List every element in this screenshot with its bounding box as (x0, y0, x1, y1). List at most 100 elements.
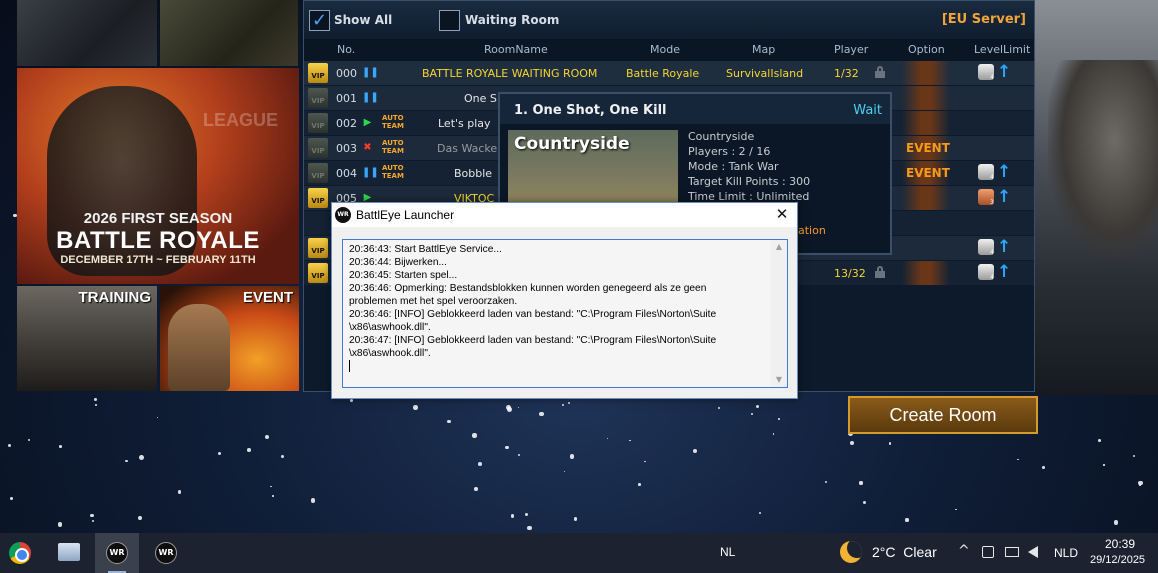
clock-time[interactable]: 20:39 (1105, 537, 1135, 551)
taskbar-chrome[interactable] (0, 533, 44, 573)
vip-icon: VIP (308, 163, 328, 183)
col-levellimit[interactable]: LevelLimit (974, 43, 1030, 56)
room-option (902, 86, 950, 110)
weather-text[interactable]: 2°C Clear (872, 544, 937, 560)
snowflake (527, 525, 532, 531)
event-banner[interactable]: EVENT (160, 286, 299, 391)
room-option (902, 186, 950, 210)
tray-language[interactable]: NLD (1054, 546, 1078, 560)
room-option (902, 111, 950, 135)
banner-weapons[interactable] (17, 0, 157, 66)
snowflake (644, 460, 647, 463)
log-scrollbar[interactable]: ▲ ▼ (771, 240, 787, 387)
vip-icon: VIP (308, 238, 328, 258)
show-all-checkbox[interactable]: ✓ (309, 10, 330, 31)
explorer-icon (58, 543, 80, 561)
close-button[interactable]: ✕ (767, 203, 797, 227)
level-up-arrow-icon: ↑ (997, 187, 1012, 207)
moon-icon (840, 541, 862, 563)
snowflake (629, 439, 631, 442)
tooltip-info-target: Target Kill Points : 300 (688, 175, 811, 188)
snowflake (95, 404, 98, 406)
snowflake (517, 407, 520, 409)
snowflake (863, 500, 867, 504)
snowflake (573, 517, 578, 522)
room-name: Let's play (438, 117, 491, 130)
snowflake (510, 514, 515, 518)
vip-icon: VIP (308, 263, 328, 283)
snowflake (1133, 455, 1136, 458)
level-up-arrow-icon: ↑ (997, 162, 1012, 182)
col-mode[interactable]: Mode (650, 43, 680, 56)
snowflake (955, 508, 957, 511)
snowflake (1113, 520, 1119, 525)
snowflake (125, 459, 129, 463)
col-map[interactable]: Map (752, 43, 775, 56)
col-no[interactable]: No. (337, 43, 355, 56)
snowflake (759, 512, 762, 515)
rank-level: 4 (990, 74, 994, 81)
room-mode: Battle Royale (626, 67, 700, 80)
banner-dates: DECEMBER 17TH ~ FEBRUARY 11TH (60, 254, 256, 266)
snowflake (217, 451, 221, 455)
pause-icon: ❚❚ (362, 92, 379, 103)
waiting-room-checkbox[interactable] (439, 10, 460, 31)
volume-icon[interactable] (1028, 546, 1038, 558)
dialog-title: BattlEye Launcher (356, 208, 455, 222)
camera-icon[interactable] (982, 546, 994, 558)
col-option[interactable]: Option (908, 43, 945, 56)
snowflake (247, 448, 252, 452)
snowflake (772, 432, 775, 435)
training-banner[interactable]: TRAINING (17, 286, 157, 391)
wr-app-icon: WR (335, 207, 351, 223)
server-label: [EU Server] (941, 12, 1026, 27)
battle-royale-banner[interactable]: LEAGUE 2026 FIRST SEASON BATTLE ROYALE D… (17, 68, 299, 284)
event-tag: EVENT (906, 141, 950, 155)
snowflake (1103, 464, 1105, 466)
snowflake (570, 454, 575, 459)
taskbar-wr[interactable]: WR (144, 533, 188, 573)
log-textbox[interactable]: 20:36:43: Start BattlEye Service... 20:3… (342, 239, 788, 388)
room-name: BATTLE ROYALE WAITING ROOM (422, 67, 598, 80)
vip-icon: VIP (308, 113, 328, 133)
clock-date[interactable]: 29/12/2025 (1090, 554, 1145, 566)
show-all-label[interactable]: Show All (334, 13, 392, 27)
snowflake (563, 470, 566, 473)
vip-icon: VIP (308, 88, 328, 108)
tooltip-status: Wait (853, 103, 882, 118)
training-label: TRAINING (78, 289, 152, 306)
dialog-title-bar[interactable]: WR BattlEye Launcher ✕ (332, 203, 797, 227)
network-icon[interactable] (1005, 547, 1019, 557)
auto-team-icon: AUTO TEAM (382, 114, 404, 130)
col-player[interactable]: Player (834, 43, 868, 56)
snowflake (57, 521, 63, 527)
pause-icon: ❚❚ (362, 67, 379, 78)
room-row[interactable]: VIP 000 ❚❚ BATTLE ROYALE WAITING ROOM Battle… (304, 61, 1034, 85)
vip-icon: VIP (308, 188, 328, 208)
event-label: EVENT (242, 289, 293, 306)
banner-soldier[interactable] (160, 0, 298, 66)
snowflake (447, 419, 451, 424)
taskbar-wr-active[interactable]: WR (95, 533, 139, 573)
tooltip-info-mode: Mode : Tank War (688, 160, 779, 173)
season-text: 2026 FIRST SEASON (83, 210, 233, 227)
snowflake (717, 406, 721, 410)
tray-chevron-icon[interactable]: ^ (958, 543, 970, 559)
snowflake (750, 413, 753, 416)
col-roomname[interactable]: RoomName (484, 43, 548, 56)
scroll-up-icon[interactable]: ▲ (771, 240, 787, 254)
rank-level: 4 (990, 174, 994, 181)
taskbar-explorer[interactable] (47, 533, 91, 573)
room-number: 000 (336, 67, 357, 80)
rank-level: 3 (990, 199, 994, 206)
level-up-arrow-icon: ↑ (997, 62, 1012, 82)
battleye-launcher-dialog: WR BattlEye Launcher ✕ 20:36:43: Start B… (331, 202, 798, 399)
waiting-room-label[interactable]: Waiting Room (465, 13, 559, 27)
input-language[interactable]: NL (720, 545, 735, 559)
create-room-button[interactable]: Create Room (848, 396, 1038, 434)
scroll-down-icon[interactable]: ▼ (771, 373, 787, 387)
room-number: 003 (336, 142, 357, 155)
tooltip-info-players: Players : 2 / 16 (688, 145, 771, 158)
level-up-arrow-icon: ↑ (997, 237, 1012, 257)
event-tag: EVENT (906, 166, 950, 180)
